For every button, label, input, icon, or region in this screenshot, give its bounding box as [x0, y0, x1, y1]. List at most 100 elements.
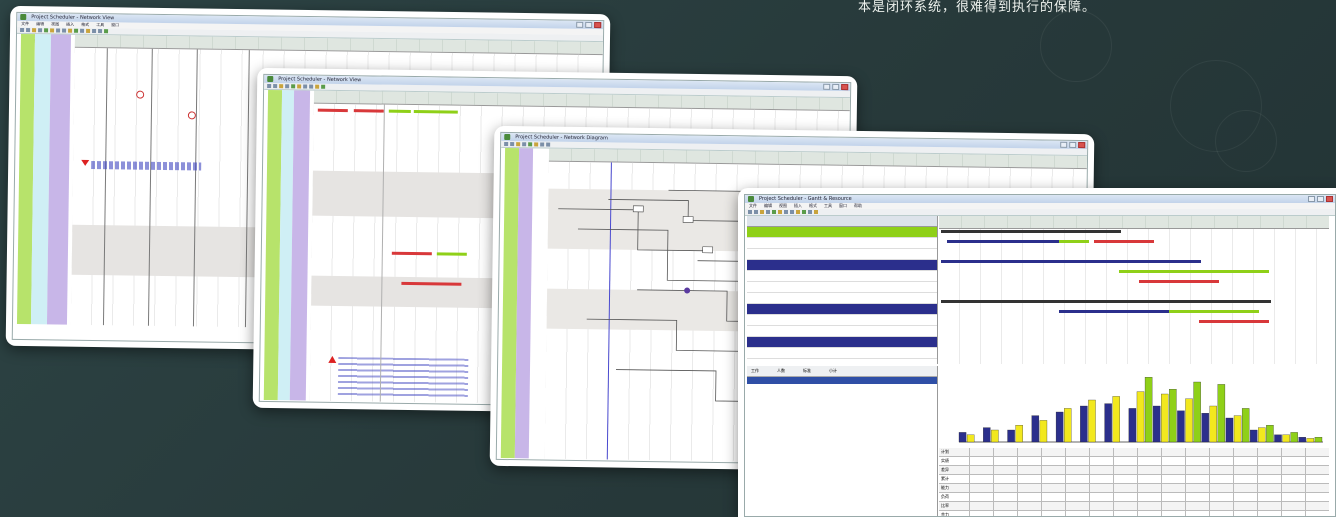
- task-row[interactable]: [747, 315, 937, 326]
- menu-item[interactable]: 编辑: [36, 21, 44, 27]
- menu-item[interactable]: 格式: [809, 203, 817, 209]
- toolbar-icon[interactable]: [778, 210, 782, 214]
- task-bar[interactable]: [413, 110, 458, 114]
- menu-item[interactable]: 插入: [794, 203, 802, 209]
- toolbar-icon[interactable]: [754, 210, 758, 214]
- toolbar-icon[interactable]: [303, 84, 308, 89]
- gantt-bar[interactable]: [1059, 240, 1089, 243]
- maximize-icon[interactable]: [832, 83, 840, 90]
- toolbar-icon[interactable]: [790, 210, 794, 214]
- maximize-icon[interactable]: [1069, 141, 1077, 148]
- gantt-bar[interactable]: [941, 300, 1271, 303]
- toolbar-icon[interactable]: [68, 28, 73, 33]
- menu-item[interactable]: 格式: [81, 22, 89, 28]
- toolbar-icon[interactable]: [297, 84, 302, 89]
- gantt-bar[interactable]: [1169, 310, 1259, 313]
- toolbar-icon[interactable]: [760, 210, 764, 214]
- toolbar-icon[interactable]: [273, 84, 278, 89]
- toolbar-icon[interactable]: [267, 83, 272, 89]
- close-icon[interactable]: [1326, 196, 1333, 202]
- menu-item[interactable]: 视图: [51, 21, 59, 27]
- task-row[interactable]: [747, 271, 937, 282]
- gantt-bar[interactable]: [1059, 310, 1169, 313]
- gantt-bar[interactable]: [1094, 240, 1154, 243]
- toolbar-icon[interactable]: [20, 27, 25, 33]
- task-bar[interactable]: [436, 252, 467, 256]
- task-row[interactable]: [747, 337, 937, 348]
- toolbar-icon[interactable]: [766, 210, 770, 214]
- close-icon[interactable]: [1078, 141, 1086, 149]
- gantt-bar[interactable]: [1119, 270, 1269, 273]
- minimize-icon[interactable]: [823, 83, 831, 90]
- task-bar[interactable]: [353, 109, 384, 113]
- task-row[interactable]: [747, 282, 937, 293]
- toolbar-icon[interactable]: [748, 210, 752, 214]
- toolbar-icon[interactable]: [504, 141, 509, 147]
- toolbar-icon[interactable]: [796, 210, 800, 214]
- toolbar-icon[interactable]: [86, 28, 91, 33]
- toolbar-icon[interactable]: [291, 84, 296, 89]
- toolbar-icon[interactable]: [321, 84, 326, 89]
- toolbar-icon[interactable]: [98, 29, 103, 34]
- toolbar-icon[interactable]: [808, 210, 812, 214]
- gantt-bar[interactable]: [1139, 280, 1219, 283]
- toolbar-icon[interactable]: [62, 28, 67, 33]
- task-row[interactable]: [747, 260, 937, 271]
- menu-item[interactable]: 工具: [824, 203, 832, 209]
- toolbar-icon[interactable]: [74, 28, 79, 33]
- toolbar-icon[interactable]: [546, 142, 551, 147]
- minimize-icon[interactable]: [1060, 141, 1068, 148]
- toolbar-icon[interactable]: [814, 210, 818, 214]
- maximize-icon[interactable]: [585, 21, 593, 28]
- toolbar-icon[interactable]: [50, 28, 55, 33]
- toolbar-icon[interactable]: [772, 210, 776, 214]
- menu-item[interactable]: 工具: [96, 22, 104, 28]
- task-row[interactable]: [747, 293, 937, 304]
- menu-item[interactable]: 帮助: [854, 203, 862, 209]
- task-row[interactable]: [747, 304, 937, 315]
- gantt-bar[interactable]: [1199, 320, 1269, 323]
- menu-item[interactable]: 编辑: [764, 203, 772, 209]
- close-icon[interactable]: [594, 21, 602, 29]
- menu-item[interactable]: 视图: [779, 203, 787, 209]
- gantt-bar[interactable]: [947, 240, 1067, 243]
- toolbar-icon[interactable]: [32, 28, 37, 33]
- toolbar-icon[interactable]: [80, 28, 85, 33]
- toolbar-icon[interactable]: [528, 142, 533, 147]
- toolbar-icon[interactable]: [784, 210, 788, 214]
- toolbar-icon[interactable]: [315, 84, 320, 89]
- toolbar-icon[interactable]: [279, 84, 284, 89]
- menu-item[interactable]: 文件: [749, 203, 757, 209]
- minimize-icon[interactable]: [1308, 196, 1315, 202]
- menu-item[interactable]: 插入: [66, 22, 74, 28]
- close-icon[interactable]: [841, 83, 849, 91]
- task-row[interactable]: [747, 348, 937, 359]
- minimize-icon[interactable]: [576, 21, 584, 28]
- toolbar-icon[interactable]: [534, 142, 539, 147]
- maximize-icon[interactable]: [1317, 196, 1324, 202]
- toolbar-icon[interactable]: [522, 142, 527, 147]
- menu-item[interactable]: 窗口: [839, 203, 847, 209]
- toolbar-icon[interactable]: [38, 28, 43, 33]
- toolbar-icon[interactable]: [26, 28, 31, 33]
- toolbar-icon[interactable]: [540, 142, 545, 147]
- toolbar-icon[interactable]: [104, 29, 109, 34]
- gantt-bar[interactable]: [941, 260, 1201, 263]
- toolbar-icon[interactable]: [44, 28, 49, 33]
- toolbar-icon[interactable]: [516, 142, 521, 147]
- task-row[interactable]: [747, 249, 937, 260]
- task-bar[interactable]: [388, 109, 411, 113]
- gantt-bar[interactable]: [941, 230, 1121, 233]
- menu-item[interactable]: 窗口: [111, 22, 119, 28]
- toolbar-icon[interactable]: [285, 84, 290, 89]
- menu-item[interactable]: 文件: [21, 21, 29, 27]
- task-bar[interactable]: [317, 108, 348, 113]
- task-bar[interactable]: [391, 251, 432, 256]
- task-row[interactable]: [747, 326, 937, 337]
- toolbar-icon[interactable]: [56, 28, 61, 33]
- task-row[interactable]: [747, 238, 937, 249]
- task-row[interactable]: [747, 227, 937, 238]
- toolbar-icon[interactable]: [309, 84, 314, 89]
- selected-row[interactable]: [747, 377, 937, 384]
- toolbar-icon[interactable]: [802, 210, 806, 214]
